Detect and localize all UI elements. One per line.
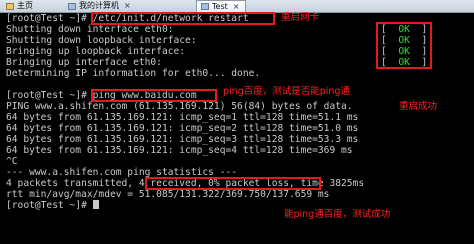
- terminal-line: 64 bytes from 61.135.169.121: icmp_seq=3…: [6, 134, 359, 145]
- computer-icon: [68, 2, 76, 10]
- tab-my-computer[interactable]: 我的计算机 ×: [64, 0, 144, 12]
- terminal-prompt: [root@Test ~]#: [6, 200, 99, 211]
- terminal-line: rtt min/avg/max/mdev = 51.085/131.322/36…: [6, 189, 330, 200]
- terminal-line: 64 bytes from 61.135.169.121: icmp_seq=4…: [6, 145, 353, 156]
- tab-label: 主页: [17, 1, 33, 10]
- prompt-text: [root@Test ~]#: [6, 200, 93, 211]
- annotation-restart-nic: 重启网卡: [281, 12, 320, 23]
- text-cursor: [92, 200, 99, 209]
- terminal-line: Shutting down interface eth0:: [6, 24, 174, 35]
- terminal-console[interactable]: [root@Test ~]# /etc/init.d/network resta…: [0, 12, 474, 244]
- annotation-ping-success: 能ping通百度，测试成功: [284, 209, 391, 220]
- close-icon[interactable]: ×: [124, 0, 131, 12]
- annotation-restart-success: 重启成功: [399, 101, 438, 112]
- close-icon[interactable]: ×: [233, 1, 240, 13]
- terminal-line: Bringing up interface eth0:: [6, 57, 162, 68]
- home-icon: [6, 2, 14, 10]
- terminal-line: 64 bytes from 61.135.169.121: icmp_seq=1…: [6, 112, 359, 123]
- terminal-line: Determining IP information for eth0... d…: [6, 68, 261, 79]
- highlight-ok-status: [376, 22, 432, 69]
- vm-icon: [201, 3, 209, 10]
- terminal-line: Bringing up loopback interface:: [6, 46, 186, 57]
- tab-home[interactable]: 主页: [2, 0, 44, 12]
- tab-label: 我的计算机: [79, 1, 119, 10]
- annotation-ping-baidu: ping百度，测试是否能ping通: [223, 86, 350, 97]
- terminal-line: Shutting down loopback interface:: [6, 35, 197, 46]
- highlight-restart-command: [91, 12, 275, 25]
- tab-test[interactable]: Test ×: [196, 0, 246, 12]
- terminal-line: 64 bytes from 61.135.169.121: icmp_seq=2…: [6, 123, 359, 134]
- tab-label: Test: [212, 1, 228, 11]
- highlight-packet-loss: [145, 177, 321, 190]
- terminal-line: PING www.a.shifen.com (61.135.169.121) 5…: [6, 101, 353, 112]
- highlight-ping-command: [91, 89, 217, 102]
- terminal-line: ^C: [6, 156, 18, 167]
